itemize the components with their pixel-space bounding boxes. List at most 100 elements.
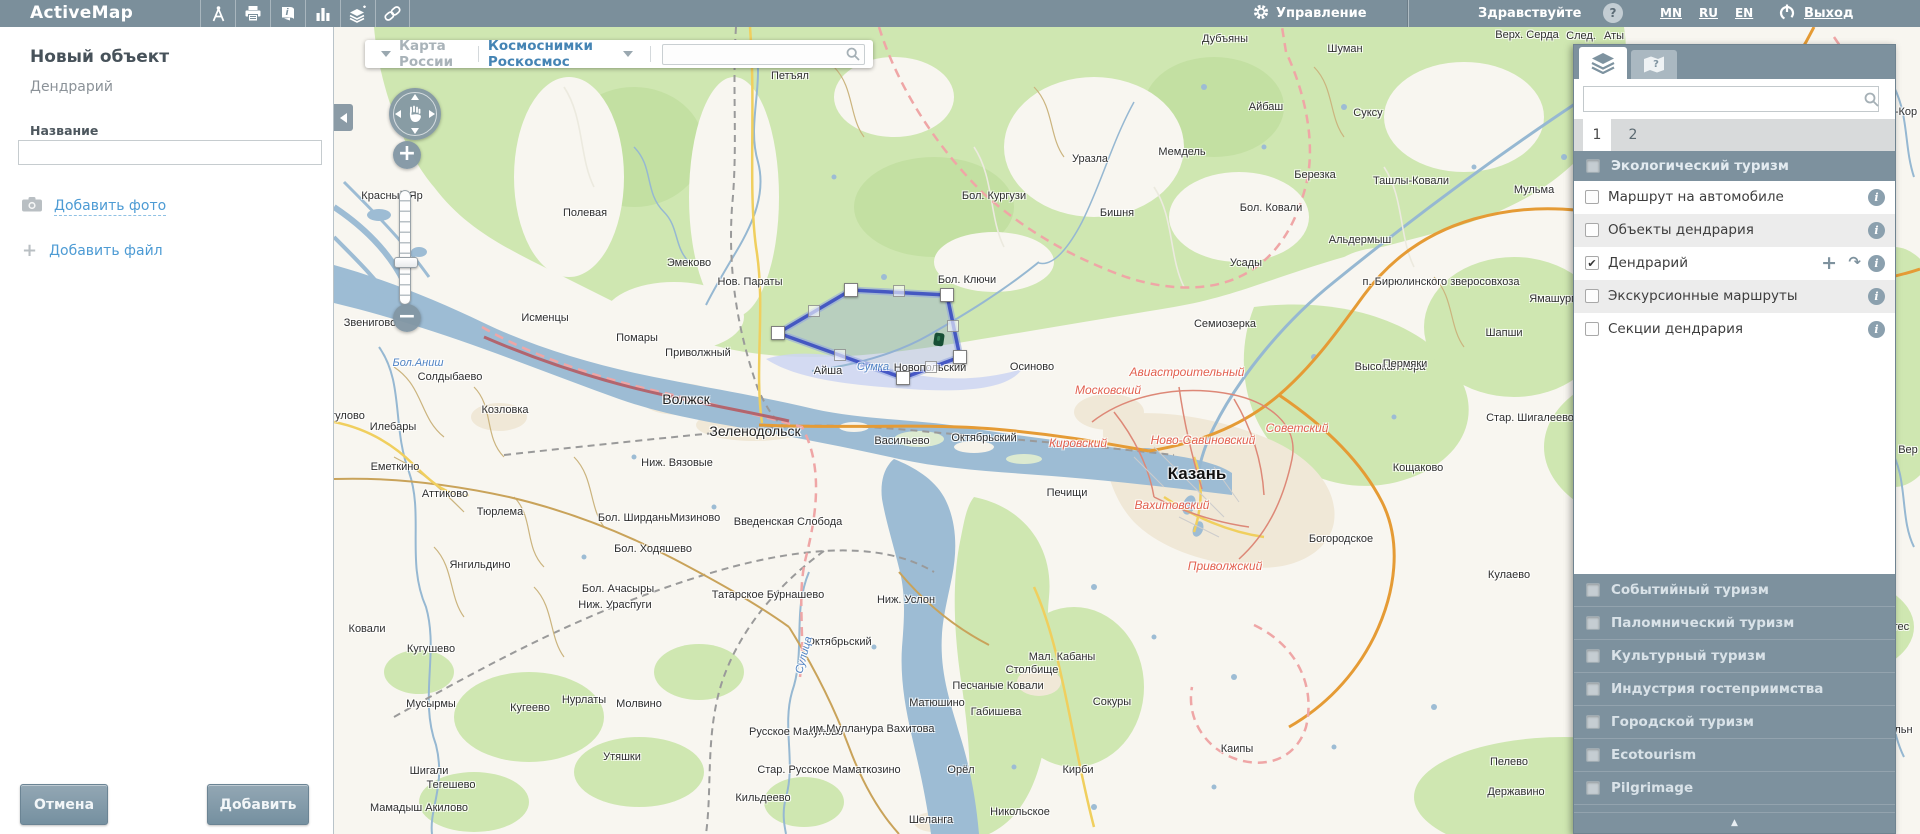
polygon-vertex-handle[interactable] xyxy=(844,283,858,297)
info-icon[interactable]: i xyxy=(1868,255,1885,272)
collapse-left-panel-button[interactable] xyxy=(334,104,353,131)
logout-label: Выход xyxy=(1804,6,1853,21)
group-list: Событийный туризмПаломнический туризмКул… xyxy=(1574,574,1895,805)
search-icon[interactable] xyxy=(1864,92,1879,107)
submit-button[interactable]: Добавить xyxy=(207,784,309,825)
layer-group-collapsed[interactable]: Pilgrimage xyxy=(1574,772,1895,805)
app-logo[interactable]: ActiveMap xyxy=(30,3,133,23)
layer-checkbox[interactable]: ✔ xyxy=(1585,256,1599,270)
name-input[interactable] xyxy=(18,140,322,165)
polygon-midpoint-handle[interactable] xyxy=(947,320,959,332)
layer-group-collapsed[interactable]: Городской туризм xyxy=(1574,706,1895,739)
zoom-in-button[interactable]: + xyxy=(393,141,421,169)
polygon-vertex-handle[interactable] xyxy=(896,371,910,385)
polygon-midpoint-handle[interactable] xyxy=(893,285,905,297)
page-title: Новый объект xyxy=(30,47,169,67)
header-divider xyxy=(1408,0,1409,27)
add-object-icon[interactable]: + xyxy=(1821,252,1837,274)
layer-row[interactable]: ✔Дендрарий+↷i xyxy=(1574,247,1895,280)
group-checkbox[interactable] xyxy=(1586,715,1600,729)
layer-row[interactable]: Объекты дендрарияi xyxy=(1574,214,1895,247)
tab-layers[interactable] xyxy=(1579,47,1627,79)
layer-group-collapsed[interactable]: Культурный туризм xyxy=(1574,640,1895,673)
lang-link-mn[interactable]: MN xyxy=(1660,6,1682,20)
info-icon[interactable]: i xyxy=(1868,321,1885,338)
info-icon[interactable]: i xyxy=(1868,288,1885,305)
chevron-up-icon: ▲ xyxy=(1731,818,1738,828)
layers-panel-filler xyxy=(1574,346,1895,574)
layer-group-collapsed[interactable]: Индустрия гостеприимства xyxy=(1574,673,1895,706)
chevron-down-icon[interactable] xyxy=(623,51,633,57)
group-checkbox[interactable] xyxy=(1586,748,1600,762)
stats-icon[interactable] xyxy=(305,0,340,27)
zoom-slider-handle[interactable] xyxy=(394,257,418,268)
panel-collapse-footer[interactable]: ▲ xyxy=(1574,812,1895,833)
group-label: Городской туризм xyxy=(1611,714,1754,730)
camera-icon xyxy=(22,197,42,216)
name-field-label: Название xyxy=(30,123,98,138)
measure-icon[interactable] xyxy=(200,0,235,27)
layer-row[interactable]: Маршрут на автомобилеi xyxy=(1574,181,1895,214)
page-tab-1[interactable]: 1 xyxy=(1583,119,1611,151)
chevron-down-icon[interactable] xyxy=(381,51,391,57)
basemap-option-roscosmos[interactable]: Космоснимки Роскосмос xyxy=(488,38,615,70)
group-checkbox[interactable] xyxy=(1586,159,1600,173)
pan-down-icon[interactable] xyxy=(411,128,419,134)
group-checkbox[interactable] xyxy=(1586,682,1600,696)
tab-legend[interactable]: ? xyxy=(1631,50,1677,79)
help-button[interactable]: ? xyxy=(1603,3,1623,23)
polygon-midpoint-handle[interactable] xyxy=(925,361,937,373)
pan-right-icon[interactable] xyxy=(429,110,435,118)
polygon-vertex-handle[interactable] xyxy=(940,288,954,302)
curve-arrow-icon[interactable]: ↷ xyxy=(1848,253,1861,271)
layers-search-input[interactable] xyxy=(1583,86,1879,112)
layer-checkbox[interactable] xyxy=(1585,223,1599,237)
management-button[interactable]: Управление xyxy=(1253,0,1367,27)
info-icon[interactable]: i xyxy=(1868,222,1885,239)
group-checkbox[interactable] xyxy=(1586,649,1600,663)
polygon-midpoint-handle[interactable] xyxy=(808,305,820,317)
pan-control[interactable] xyxy=(389,88,441,140)
layer-group-collapsed[interactable]: Паломнический туризм xyxy=(1574,607,1895,640)
plus-icon: + xyxy=(22,243,37,259)
group-checkbox[interactable] xyxy=(1586,616,1600,630)
legend-icon: ? xyxy=(1642,55,1666,75)
zoom-out-button[interactable]: − xyxy=(393,304,421,332)
polygon-vertex-handle[interactable] xyxy=(953,350,967,364)
lang-link-en[interactable]: EN xyxy=(1735,6,1753,20)
layer-group-eco-tourism[interactable]: Экологический туризм xyxy=(1574,151,1895,181)
dendrarium-marker xyxy=(933,332,945,346)
polygon-vertex-handle[interactable] xyxy=(771,326,785,340)
add-photo-button[interactable]: Добавить фото xyxy=(22,197,166,216)
guide-icon[interactable]: i xyxy=(270,0,305,27)
map-search-input[interactable] xyxy=(662,44,865,65)
info-icon[interactable]: i xyxy=(1868,189,1885,206)
group-checkbox[interactable] xyxy=(1586,781,1600,795)
layer-items: Маршрут на автомобилеiОбъекты дендрарияi… xyxy=(1574,181,1895,346)
logout-button[interactable]: Выход xyxy=(1778,0,1853,27)
polygon-midpoint-handle[interactable] xyxy=(834,349,846,361)
share-icon[interactable] xyxy=(375,0,410,27)
layer-checkbox[interactable] xyxy=(1585,190,1599,204)
layer-checkbox[interactable] xyxy=(1585,289,1599,303)
pan-up-icon[interactable] xyxy=(411,94,419,100)
search-icon[interactable] xyxy=(846,47,860,61)
add-file-button[interactable]: + Добавить файл xyxy=(22,243,163,259)
print-icon[interactable] xyxy=(235,0,270,27)
layer-group-collapsed[interactable]: Ecotourism xyxy=(1574,739,1895,772)
add-layers-icon[interactable] xyxy=(340,0,375,27)
layer-row[interactable]: Секции дендрарияi xyxy=(1574,313,1895,346)
page-tab-2[interactable]: 2 xyxy=(1622,119,1644,151)
layers-pagination: 1 2 xyxy=(1574,119,1895,151)
basemap-option-russia[interactable]: Карта России xyxy=(399,38,469,70)
pan-left-icon[interactable] xyxy=(395,110,401,118)
cancel-button[interactable]: Отмена xyxy=(20,784,108,825)
lang-link-ru[interactable]: RU xyxy=(1699,6,1718,20)
group-checkbox[interactable] xyxy=(1586,583,1600,597)
layer-group-collapsed[interactable]: Событийный туризм xyxy=(1574,574,1895,607)
language-links: MN RU EN xyxy=(1660,6,1753,20)
zoom-slider[interactable] xyxy=(399,190,411,305)
layer-row[interactable]: Экскурсионные маршрутыi xyxy=(1574,280,1895,313)
layer-checkbox[interactable] xyxy=(1585,322,1599,336)
gear-icon xyxy=(1253,4,1269,24)
